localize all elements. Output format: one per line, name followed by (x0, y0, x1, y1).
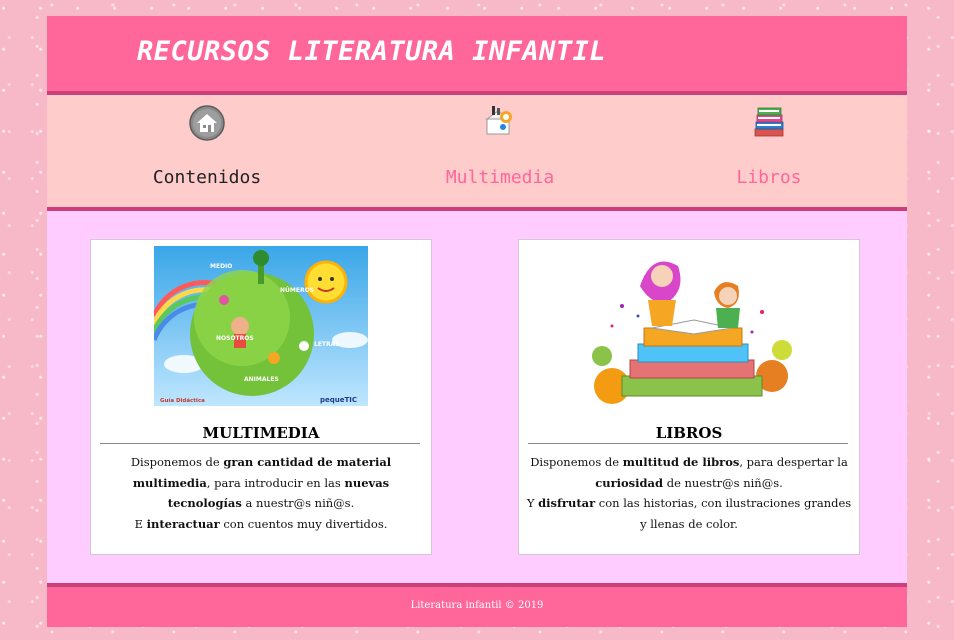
text-bold: curiosidad (595, 475, 664, 490)
text-span: E (134, 516, 147, 531)
card-description: Disponemos de multitud de libros, para d… (525, 452, 853, 534)
text-bold: interactuar (146, 516, 220, 531)
nav-label-multimedia: Multimedia (445, 167, 555, 188)
page: RECURSOS LITERATURA INFANTIL Contenidos (47, 16, 907, 627)
text-bold: disfrutar (538, 496, 596, 510)
image-label-pequetic: pequeTIC (320, 396, 357, 404)
text-span: Y (526, 496, 539, 510)
main-nav: Contenidos Multimedia Libros (47, 95, 907, 207)
text-span: Disponemos de (530, 455, 623, 469)
card-title: MULTIMEDIA (202, 424, 320, 442)
card-divider (100, 443, 420, 444)
image-label-medio: MEDIO (210, 263, 232, 270)
text-span: Disponemos de (130, 455, 224, 469)
nav-item-contenidos[interactable]: Contenidos (107, 95, 307, 207)
card-divider (528, 443, 848, 444)
text-span: a nuestr@s niñ@s. (241, 496, 355, 510)
image-label-letras: LETRAS (314, 341, 340, 348)
card-title: LIBROS (655, 424, 723, 442)
card-description: Disponemos de gran cantidad de material … (97, 452, 425, 534)
site-footer: Literatura infantil © 2019 (47, 587, 907, 627)
text-span: de nuestr@s niñ@s. (663, 475, 783, 490)
children-reading-books-illustration (582, 246, 796, 406)
site-header: RECURSOS LITERATURA INFANTIL (47, 16, 907, 91)
card-libros: LIBROS Disponemos de multitud de libros,… (518, 239, 860, 555)
nav-item-multimedia[interactable]: Multimedia (400, 95, 600, 207)
multimedia-icon (485, 106, 512, 135)
text-span: con las historias, con ilustraciones gra… (595, 496, 852, 531)
card-multimedia: MEDIO NÚMEROS NOSOTROS LETRAS ANIMALES G… (90, 239, 432, 555)
text-span: , para introducir en las (206, 475, 345, 490)
home-icon (189, 105, 225, 141)
nav-label-contenidos: Contenidos (152, 167, 262, 188)
site-title: RECURSOS LITERATURA INFANTIL (137, 36, 607, 67)
main-content: MEDIO NÚMEROS NOSOTROS LETRAS ANIMALES G… (47, 211, 907, 583)
text-bold: multitud de libros (622, 455, 740, 469)
image-label-numeros: NÚMEROS (280, 287, 314, 294)
books-icon (754, 107, 784, 137)
image-label-animales: ANIMALES (244, 376, 279, 383)
nav-item-libros[interactable]: Libros (669, 95, 869, 207)
image-label-nosotros: NOSOTROS (216, 335, 254, 342)
image-label-guia: Guía Didáctica (160, 397, 205, 404)
text-span: con cuentos muy divertidos. (219, 516, 388, 531)
multimedia-illustration: MEDIO NÚMEROS NOSOTROS LETRAS ANIMALES G… (154, 246, 368, 406)
text-span: , para despertar la (739, 455, 848, 469)
nav-label-libros: Libros (736, 167, 802, 188)
footer-text: Literatura infantil © 2019 (410, 600, 544, 611)
